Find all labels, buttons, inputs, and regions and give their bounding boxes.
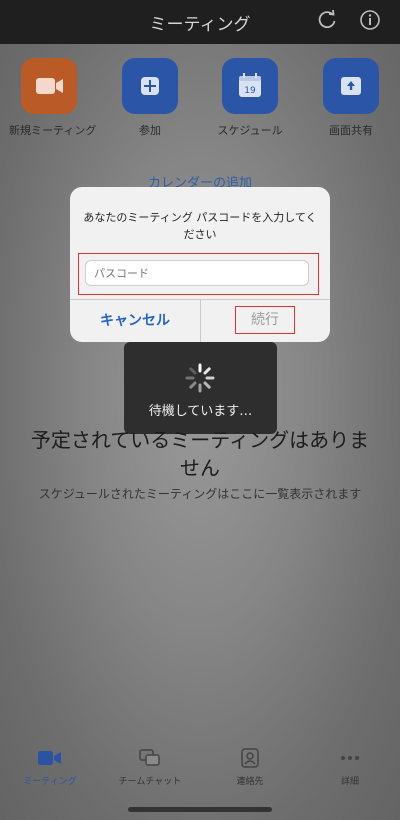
schedule-label: スケジュール bbox=[217, 124, 283, 137]
waiting-text: 待機しています… bbox=[148, 404, 253, 419]
tab-team-chat-label: チームチャット bbox=[118, 777, 182, 787]
passcode-input[interactable] bbox=[85, 260, 309, 286]
share-screen-button[interactable]: 画面共有 bbox=[311, 58, 391, 138]
share-screen-label: 画面共有 bbox=[329, 124, 373, 137]
more-dots-icon bbox=[341, 756, 359, 760]
join-tile[interactable] bbox=[122, 58, 178, 114]
calendar-day: 19 bbox=[244, 86, 256, 96]
spinner-icon bbox=[185, 363, 215, 393]
new-meeting-button[interactable]: 新規ミーティング bbox=[9, 58, 97, 138]
join-label: 参加 bbox=[139, 124, 161, 137]
passcode-dialog: あなたのミーティング パスコードを入力してください キャンセル 続行 bbox=[70, 187, 330, 342]
tab-meetings-label: ミーティング bbox=[23, 777, 77, 787]
tab-meetings[interactable]: ミーティング bbox=[10, 748, 90, 787]
new-meeting-tile[interactable] bbox=[21, 58, 77, 114]
tab-more-label: 詳細 bbox=[340, 777, 359, 787]
schedule-button[interactable]: 19 スケジュール bbox=[210, 58, 290, 138]
video-camera-icon bbox=[38, 751, 61, 765]
continue-button-area[interactable]: 続行 bbox=[201, 300, 330, 342]
video-camera-icon bbox=[36, 78, 63, 94]
waiting-toast: 待機しています… bbox=[124, 342, 277, 434]
schedule-tile[interactable]: 19 bbox=[222, 58, 278, 114]
share-screen-icon bbox=[341, 77, 361, 95]
continue-button[interactable]: 続行 bbox=[235, 306, 295, 334]
plus-icon bbox=[141, 77, 159, 95]
tab-contacts[interactable]: 連絡先 bbox=[210, 748, 290, 787]
calendar-icon: 19 bbox=[239, 73, 261, 97]
contact-icon bbox=[241, 748, 259, 768]
new-meeting-label: 新規ミーティング bbox=[9, 124, 97, 137]
chat-bubbles-icon bbox=[139, 749, 160, 766]
cancel-button[interactable]: キャンセル bbox=[70, 300, 200, 342]
join-button[interactable]: 参加 bbox=[110, 58, 190, 138]
dialog-message: あなたのミーティング パスコードを入力してください bbox=[83, 211, 317, 241]
passcode-highlight bbox=[78, 253, 319, 295]
empty-state-subtitle: スケジュールされたミーティングはここに一覧表示されます bbox=[38, 487, 362, 501]
page-title: ミーティング bbox=[149, 15, 251, 35]
share-screen-tile[interactable] bbox=[323, 58, 379, 114]
header-bar: ミーティング bbox=[0, 0, 400, 44]
tab-team-chat[interactable]: チームチャット bbox=[110, 748, 190, 787]
tab-more[interactable]: 詳細 bbox=[310, 748, 390, 787]
home-indicator[interactable] bbox=[128, 807, 272, 812]
tab-contacts-label: 連絡先 bbox=[236, 777, 264, 787]
empty-state-title: 予定されているミーティングはありません bbox=[30, 428, 370, 480]
refresh-icon[interactable] bbox=[316, 9, 338, 31]
screen: ミーティング 新規ミーティング 参加 19 スケジュール 画面共有 カレンダーの… bbox=[0, 0, 400, 820]
info-icon[interactable] bbox=[359, 9, 381, 31]
